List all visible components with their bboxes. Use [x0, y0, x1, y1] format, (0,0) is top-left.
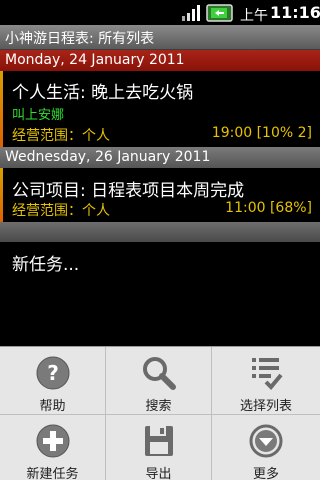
task-time: 11:00 [68%]	[225, 200, 312, 216]
task-title: 个人生活: 晚上去吃火锅	[12, 83, 194, 103]
add-icon	[36, 424, 69, 458]
status-bar: 上午 11:16	[0, 0, 320, 25]
menu-label: 导出	[145, 467, 172, 480]
more-icon	[249, 424, 283, 458]
menu-label: 帮助	[39, 399, 66, 414]
new-task-label: 新任务...	[12, 255, 80, 275]
menu-help-button[interactable]: ? 帮助	[0, 347, 106, 414]
date-header-1: Monday, 24 January 2011	[0, 50, 320, 71]
signal-icon	[182, 5, 200, 21]
select-list-icon	[252, 358, 283, 390]
task-title: 公司项目: 日程表项目本周完成	[12, 181, 245, 201]
date-header-2: Wednesday, 26 January 2011	[0, 147, 320, 168]
svg-text:?: ?	[47, 361, 59, 385]
menu-new-task-button[interactable]: 新建任务	[0, 414, 106, 480]
save-icon	[144, 426, 173, 456]
new-task-item[interactable]: 新任务...	[0, 243, 320, 288]
task-priority-bar	[0, 168, 3, 222]
task-row-2[interactable]: 公司项目: 日程表项目本周完成 经营范围：个人 11:00 [68%]	[0, 168, 320, 222]
menu-label: 搜索	[145, 399, 172, 414]
options-menu: ? 帮助 搜索 选择列表 新建任务 导出 更多	[0, 346, 320, 480]
menu-more-button[interactable]: 更多	[212, 414, 320, 480]
menu-label: 更多	[252, 467, 279, 480]
menu-export-button[interactable]: 导出	[106, 414, 212, 480]
task-scope: 经营范围：个人	[12, 128, 110, 144]
list-separator	[0, 222, 320, 242]
battery-icon	[206, 4, 233, 22]
menu-label: 新建任务	[26, 467, 79, 480]
menu-select-list-button[interactable]: 选择列表	[212, 347, 320, 414]
task-row-1[interactable]: 个人生活: 晚上去吃火锅 叫上安娜 经营范围：个人 19:00 [10% 2]	[0, 71, 320, 147]
help-icon: ?	[36, 356, 69, 390]
task-time: 19:00 [10% 2]	[211, 125, 312, 141]
menu-label: 选择列表	[239, 399, 292, 414]
task-priority-bar	[0, 71, 3, 147]
menu-search-button[interactable]: 搜索	[106, 347, 212, 414]
screen: 上午 11:16 小神游日程表: 所有列表 Monday, 24 January…	[0, 0, 320, 480]
task-scope: 经营范围：个人	[12, 203, 110, 219]
search-icon	[142, 357, 176, 390]
app-title: 小神游日程表: 所有列表	[5, 31, 155, 47]
title-bar: 小神游日程表: 所有列表	[0, 25, 320, 50]
status-ampm: 上午	[240, 8, 268, 24]
task-note: 叫上安娜	[12, 108, 65, 123]
status-time: 11:16	[270, 3, 320, 22]
